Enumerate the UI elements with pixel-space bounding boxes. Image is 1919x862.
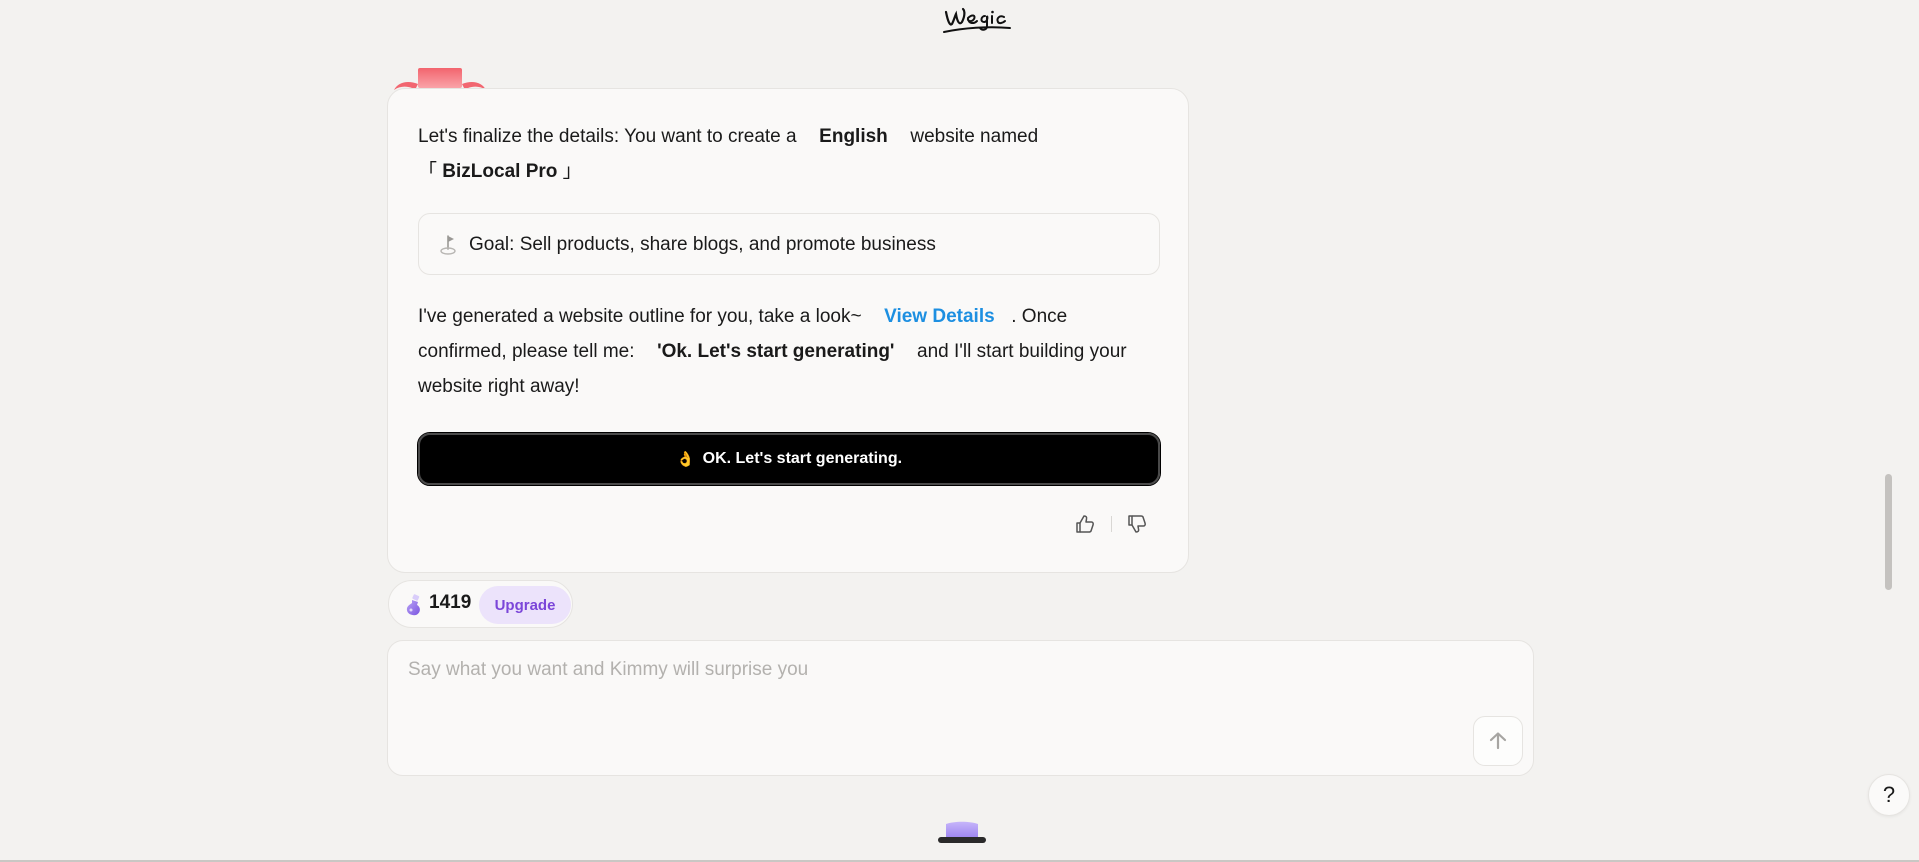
send-button[interactable] xyxy=(1473,716,1523,766)
chat-input[interactable] xyxy=(408,659,1468,719)
message-line-1: Let's finalize the details: You want to … xyxy=(418,124,1038,150)
outline-text: I've generated a website outline for you… xyxy=(418,306,862,327)
hat-icon[interactable] xyxy=(936,818,988,846)
language-value: English xyxy=(819,126,888,147)
credits-count: 1419 xyxy=(429,592,472,613)
message-line-2: 「 BizLocal Pro 」 xyxy=(418,159,582,185)
goal-box: Goal: Sell products, share blogs, and pr… xyxy=(418,213,1160,275)
once-text: . Once xyxy=(1011,306,1068,327)
start-building-text: and I'll start building your xyxy=(917,341,1127,362)
start-generating-button[interactable]: 👌 OK. Let's start generating. xyxy=(417,432,1161,486)
page: Let's finalize the details: You want to … xyxy=(0,0,1919,862)
help-button[interactable]: ? xyxy=(1868,774,1910,816)
thumbs-up-icon[interactable] xyxy=(1074,513,1096,535)
website-named-text: website named xyxy=(910,126,1039,147)
confirmed-text: confirmed, please tell me: xyxy=(418,341,635,362)
ok-hand-icon: 👌 xyxy=(675,451,695,468)
bracket-open: 「 xyxy=(418,161,438,182)
bracket-close: 」 xyxy=(562,161,582,182)
intro-text: Let's finalize the details: You want to … xyxy=(418,126,797,147)
credits-pill: 1419 Upgrade xyxy=(388,580,573,628)
message-line-3: I've generated a website outline for you… xyxy=(418,304,1067,330)
message-line-5: website right away! xyxy=(418,374,580,400)
goal-text: Goal: Sell products, share blogs, and pr… xyxy=(469,234,936,255)
right-away-text: website right away! xyxy=(418,376,580,397)
confirm-phrase: 'Ok. Let's start generating' xyxy=(657,341,895,362)
arrow-up-icon xyxy=(1489,732,1507,750)
thumbs-down-icon[interactable] xyxy=(1126,513,1148,535)
chat-input-box xyxy=(387,640,1534,776)
potion-icon xyxy=(403,593,425,617)
help-label: ? xyxy=(1882,782,1896,807)
message-line-4: confirmed, please tell me: 'Ok. Let's st… xyxy=(418,339,1127,365)
logo-wordmark xyxy=(943,7,1011,33)
flag-icon xyxy=(439,234,459,256)
feedback-divider xyxy=(1111,516,1112,532)
assistant-message-card: Let's finalize the details: You want to … xyxy=(387,88,1189,573)
scrollbar-thumb[interactable] xyxy=(1885,474,1892,590)
wegic-logo[interactable] xyxy=(938,2,1014,40)
site-name-value: BizLocal Pro xyxy=(442,161,558,182)
view-details-link[interactable]: View Details xyxy=(884,306,995,327)
upgrade-button[interactable]: Upgrade xyxy=(479,586,571,624)
start-generating-label: OK. Let's start generating. xyxy=(702,450,903,467)
